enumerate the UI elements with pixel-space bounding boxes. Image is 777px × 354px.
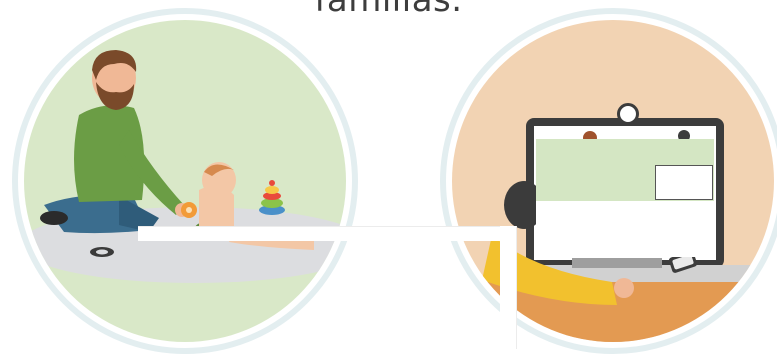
- overlay-horizontal-bar: [138, 226, 516, 241]
- overlay-white-panel: [536, 201, 714, 257]
- webcam-dot-icon: [617, 103, 639, 125]
- parent-baby-illustration: [24, 20, 346, 342]
- parent-baby-scene: [24, 50, 346, 283]
- overlay-vertical-bar: [500, 226, 517, 349]
- overlay-small-white-box: [655, 165, 713, 200]
